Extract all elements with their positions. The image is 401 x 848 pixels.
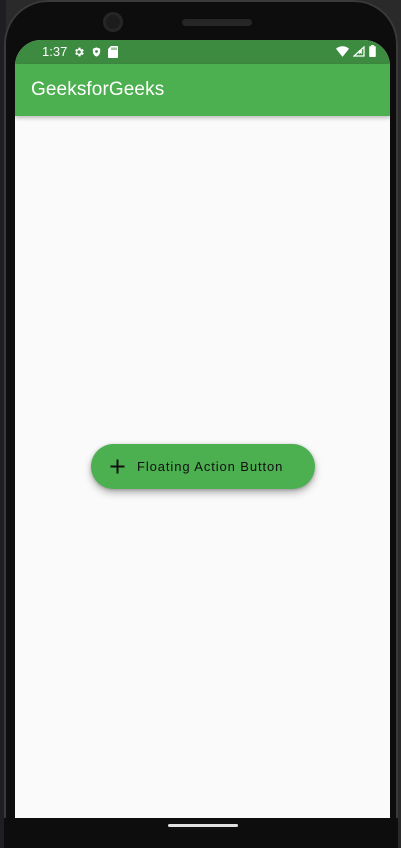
status-bar-left: 1:37: [42, 44, 119, 59]
status-time: 1:37: [42, 44, 68, 59]
system-navigation-bar: [4, 818, 398, 848]
earpiece-speaker: [182, 19, 252, 26]
plus-icon: [109, 458, 126, 475]
wifi-icon: [336, 45, 349, 57]
home-indicator[interactable]: [168, 824, 238, 827]
app-bar: GeeksforGeeks: [15, 64, 390, 116]
front-camera: [103, 12, 123, 32]
floating-action-button[interactable]: Floating Action Button: [91, 444, 315, 489]
cellular-signal-icon: [353, 45, 365, 57]
fab-label: Floating Action Button: [137, 459, 284, 474]
status-bar: 1:37: [15, 40, 390, 64]
sd-card-icon: [108, 45, 119, 58]
app-title: GeeksforGeeks: [31, 79, 165, 100]
app-screen: 1:37 GeeksforGeeks Floating Action Butto…: [15, 40, 390, 818]
status-bar-right: [336, 45, 376, 57]
battery-icon: [369, 45, 376, 57]
shield-icon: [91, 46, 102, 58]
gear-icon: [73, 46, 85, 58]
